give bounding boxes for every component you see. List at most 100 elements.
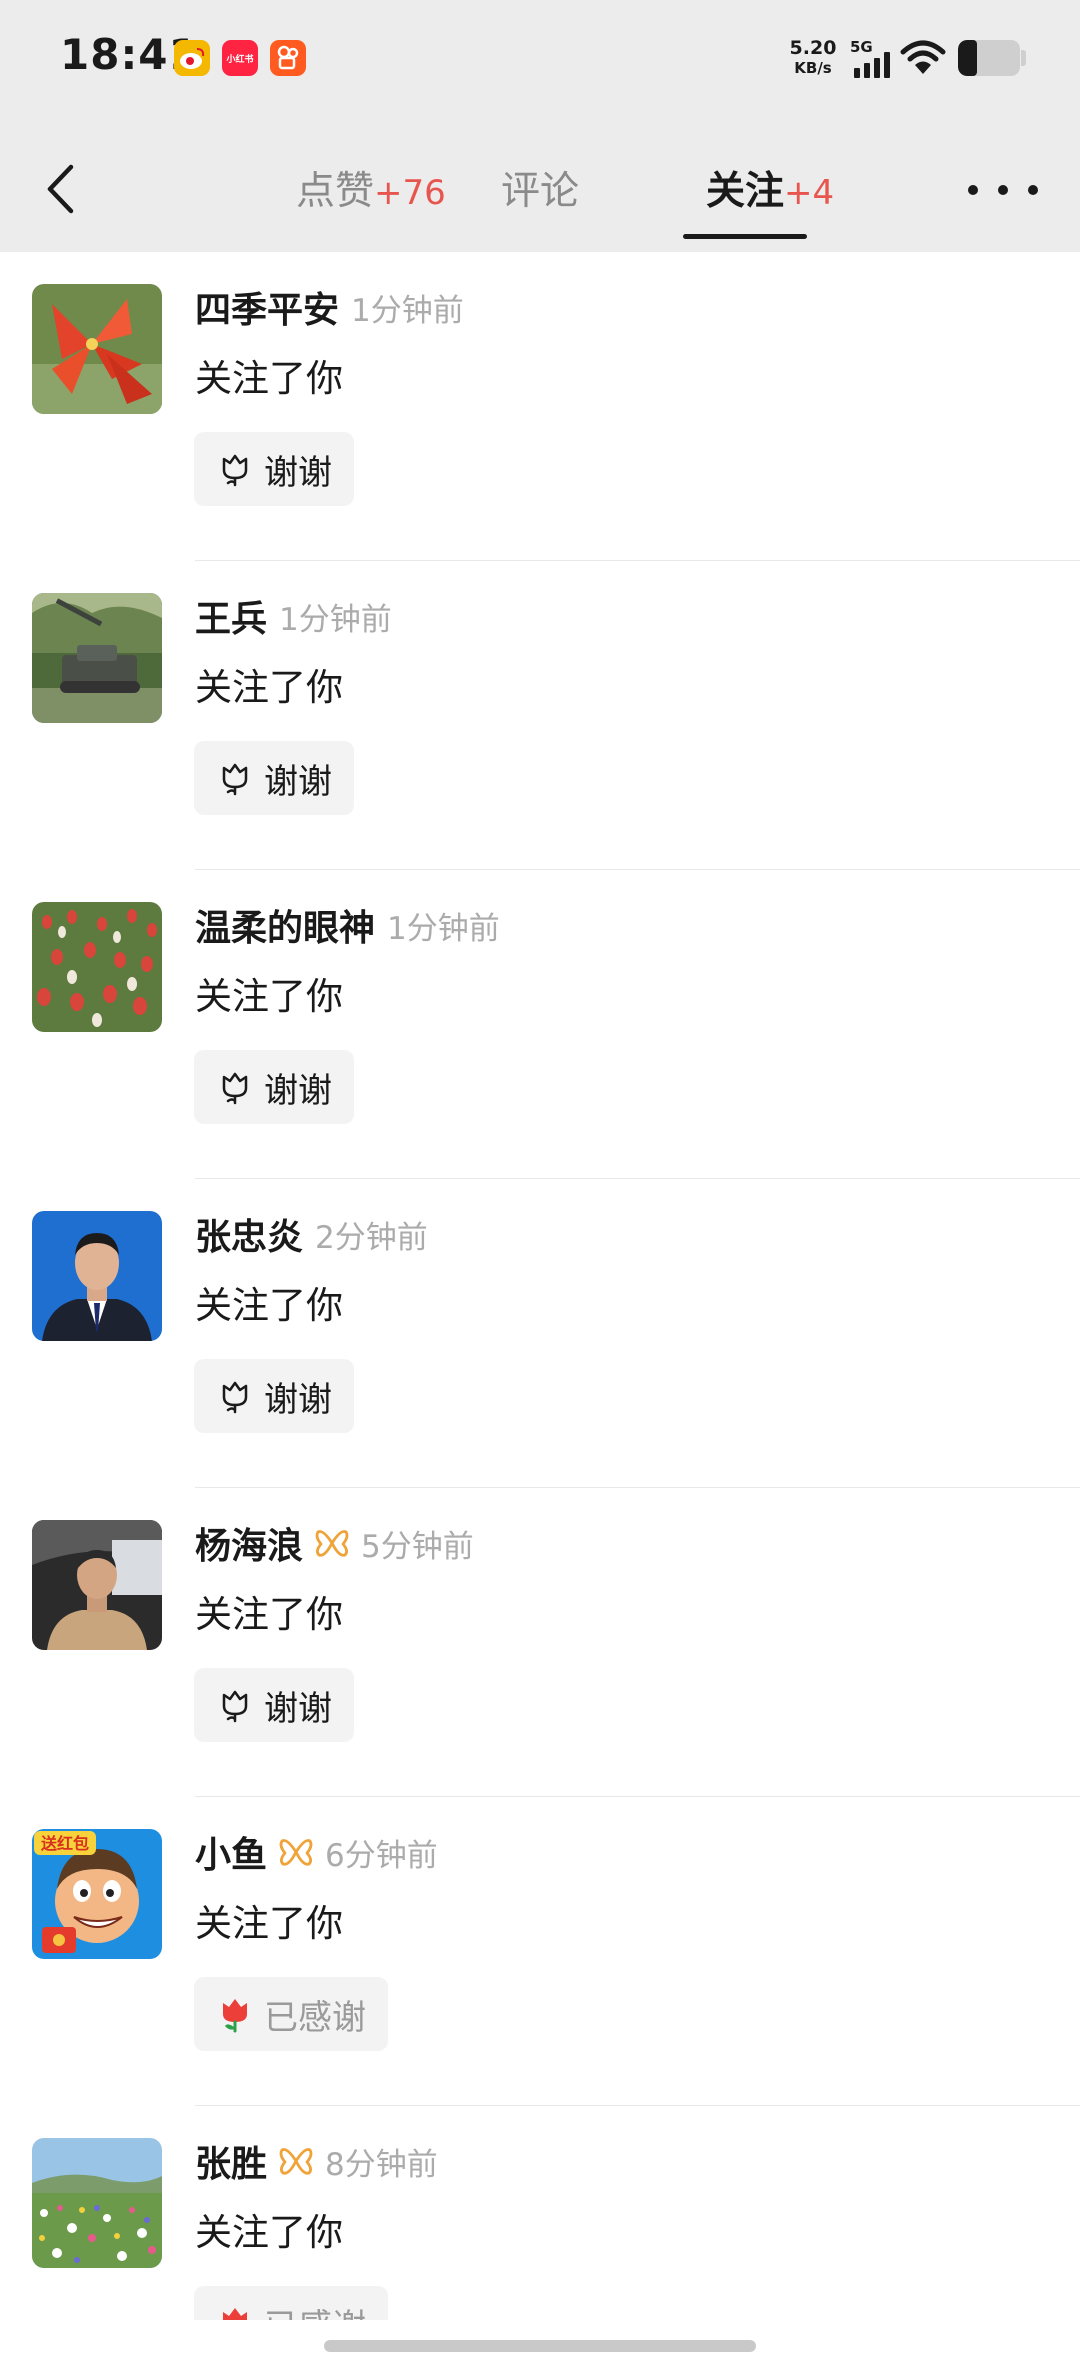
list-item: 张忠炎 2分钟前 关注了你 谢谢	[0, 1179, 1080, 1488]
list-item: 张胜 8分钟前 关注了你 已感谢	[0, 2106, 1080, 2320]
more-options-button[interactable]	[968, 170, 1038, 210]
tab-follows[interactable]: 关注+4	[706, 160, 834, 220]
xiaohongshu-icon: 小红书	[222, 40, 258, 76]
kuaishou-icon	[270, 40, 306, 76]
top-bar: 18:41 小红书 5.20 KB/s 5G 点赞+76 评论 关注+4	[0, 0, 1080, 252]
user-name[interactable]: 小鱼	[195, 1826, 267, 1878]
red-flower-icon	[223, 1999, 247, 2033]
list-item: 四季平安 1分钟前 关注了你 谢谢	[0, 252, 1080, 561]
flower-outline-icon	[222, 1690, 248, 1723]
red-lily-flowers-image	[32, 284, 162, 414]
flower-outline-icon	[222, 454, 248, 487]
wifi-icon	[900, 38, 950, 78]
thanked-button[interactable]: 已感谢	[194, 1977, 388, 2051]
network-speed: 5.20 KB/s	[788, 38, 838, 78]
thanks-button-label: 谢谢	[264, 1379, 332, 1420]
list-item: 送红包 小鱼 6分钟前 关注了你 已感谢	[0, 1797, 1080, 2106]
avatar[interactable]: 送红包	[32, 1829, 162, 1959]
butterfly-badge-icon	[315, 1530, 349, 1557]
thanks-button-label: 谢谢	[264, 1070, 332, 1111]
flower-outline-icon	[222, 763, 248, 796]
tab-likes[interactable]: 点赞+76	[296, 160, 446, 220]
list-item: 温柔的眼神 1分钟前 关注了你 谢谢	[0, 870, 1080, 1179]
more-dot-icon	[968, 185, 978, 195]
cartoon-red-packet-character-image: 送红包	[32, 1829, 162, 1959]
user-name[interactable]: 王兵	[195, 590, 267, 642]
thanked-button[interactable]: 已感谢	[194, 2286, 388, 2320]
network-speed-value: 5.20	[789, 37, 837, 59]
list-item: 杨海浪 5分钟前 关注了你 谢谢	[0, 1488, 1080, 1797]
name-line: 四季平安 1分钟前	[195, 282, 464, 332]
notification-header: 点赞+76 评论 关注+4	[0, 130, 1080, 252]
man-in-car-image	[32, 1520, 162, 1650]
tab-likes-count: +76	[374, 173, 446, 213]
active-tab-indicator	[683, 234, 807, 239]
red-flower-icon	[223, 2308, 247, 2320]
name-line: 王兵 1分钟前	[195, 591, 392, 641]
thanks-button[interactable]: 谢谢	[194, 741, 354, 815]
name-line: 小鱼 6分钟前	[195, 1827, 438, 1877]
name-line: 杨海浪 5分钟前	[195, 1518, 474, 1568]
thanks-button-label: 谢谢	[264, 761, 332, 802]
xiaohongshu-icon-label: 小红书	[226, 54, 254, 65]
tab-follows-label: 关注	[706, 169, 785, 214]
notification-text: 关注了你	[195, 1593, 343, 1636]
follow-notification-list: 四季平安 1分钟前 关注了你 谢谢 王兵 1分钟前 关注了你 谢谢 温柔的眼神 …	[0, 252, 1080, 2320]
avatar[interactable]	[32, 2138, 162, 2268]
timestamp: 5分钟前	[361, 1528, 474, 1565]
butterfly-badge-icon	[279, 2148, 313, 2175]
thanks-button-label: 谢谢	[264, 1688, 332, 1729]
user-name[interactable]: 温柔的眼神	[195, 899, 375, 951]
name-line: 张胜 8分钟前	[195, 2136, 438, 2186]
thanks-button[interactable]: 谢谢	[194, 432, 354, 506]
avatar[interactable]	[32, 1211, 162, 1341]
timestamp: 1分钟前	[387, 910, 500, 947]
timestamp: 6分钟前	[325, 1837, 438, 1874]
status-bar: 18:41 小红书 5.20 KB/s 5G	[0, 0, 1080, 120]
tulip-field-image	[32, 902, 162, 1032]
thanks-button[interactable]: 谢谢	[194, 1050, 354, 1124]
thanks-button[interactable]: 谢谢	[194, 1359, 354, 1433]
battery-cap	[1021, 50, 1026, 66]
user-name[interactable]: 四季平安	[195, 281, 339, 333]
thanks-button[interactable]: 谢谢	[194, 1668, 354, 1742]
butterfly-badge-icon	[279, 1839, 313, 1866]
home-indicator[interactable]	[324, 2340, 756, 2352]
avatar[interactable]	[32, 284, 162, 414]
avatar[interactable]	[32, 1520, 162, 1650]
user-name[interactable]: 张忠炎	[195, 1208, 303, 1260]
user-name[interactable]: 杨海浪	[195, 1517, 303, 1569]
notification-text: 关注了你	[195, 666, 343, 709]
thanked-button-label: 已感谢	[264, 1997, 366, 2038]
notification-text: 关注了你	[195, 357, 343, 400]
notification-text: 关注了你	[195, 1902, 343, 1945]
timestamp: 1分钟前	[351, 292, 464, 329]
battery-icon	[958, 40, 1020, 76]
notification-text: 关注了你	[195, 2211, 343, 2254]
chevron-left-icon	[47, 164, 74, 214]
weibo-icon	[174, 40, 210, 76]
flower-outline-icon	[222, 1381, 248, 1414]
back-button[interactable]	[30, 154, 90, 224]
tab-follows-count: +4	[784, 173, 835, 213]
thanked-button-label: 已感谢	[264, 2299, 366, 2321]
tab-comments[interactable]: 评论	[501, 160, 579, 220]
list-item: 王兵 1分钟前 关注了你 谢谢	[0, 561, 1080, 870]
notification-text: 关注了你	[195, 1284, 343, 1327]
name-line: 温柔的眼神 1分钟前	[195, 900, 500, 950]
tab-likes-label: 点赞	[296, 169, 375, 214]
avatar-text: 送红包	[40, 1834, 89, 1853]
wildflower-meadow-image	[32, 2138, 162, 2268]
name-line: 张忠炎 2分钟前	[195, 1209, 428, 1259]
avatar[interactable]	[32, 902, 162, 1032]
cellular-signal-icon: 5G	[850, 38, 894, 78]
man-portrait-blue-background-image	[32, 1211, 162, 1341]
tab-comments-label: 评论	[501, 169, 580, 214]
user-name[interactable]: 张胜	[195, 2135, 267, 2187]
notification-app-icons: 小红书	[174, 40, 306, 76]
more-dot-icon	[998, 185, 1008, 195]
thanks-button-label: 谢谢	[264, 452, 332, 493]
timestamp: 1分钟前	[279, 601, 392, 638]
timestamp: 2分钟前	[315, 1219, 428, 1256]
avatar[interactable]	[32, 593, 162, 723]
